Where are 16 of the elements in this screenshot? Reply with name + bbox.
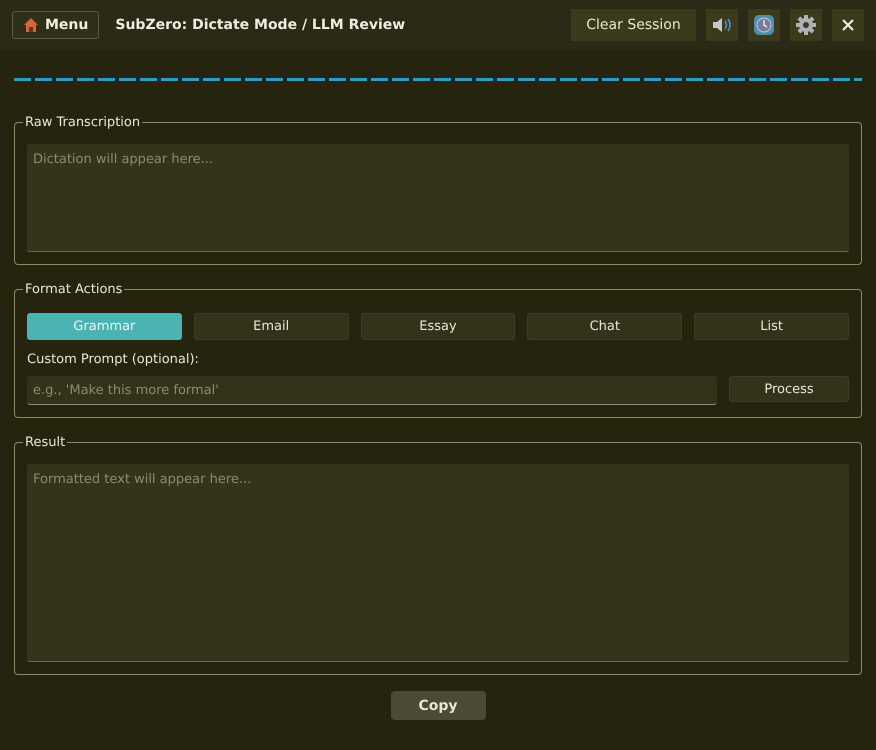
format-button[interactable]: Email	[194, 313, 349, 340]
panel-legend: Raw Transcription	[23, 115, 142, 130]
menu-button[interactable]: Menu	[12, 11, 100, 39]
custom-prompt-field[interactable]: e.g., 'Make this more formal'	[27, 376, 717, 405]
copy-button[interactable]: Copy	[390, 691, 486, 720]
format-button[interactable]: Chat	[527, 313, 682, 340]
custom-prompt-label: Custom Prompt (optional):	[27, 352, 200, 367]
panel-legend: Result	[23, 435, 68, 450]
clear-session-button[interactable]: Clear Session	[571, 9, 696, 41]
format-button[interactable]: Essay	[360, 313, 516, 340]
format-button[interactable]: List	[694, 313, 849, 340]
process-button[interactable]: Process	[729, 376, 849, 402]
panel-legend: Format Actions	[23, 282, 124, 297]
window-title: SubZero: Dictate Mode / LLM Review	[115, 17, 406, 33]
result-field[interactable]: Formatted text will appear here...	[27, 464, 849, 662]
transcription-field[interactable]: Dictation will appear here...	[27, 144, 849, 252]
